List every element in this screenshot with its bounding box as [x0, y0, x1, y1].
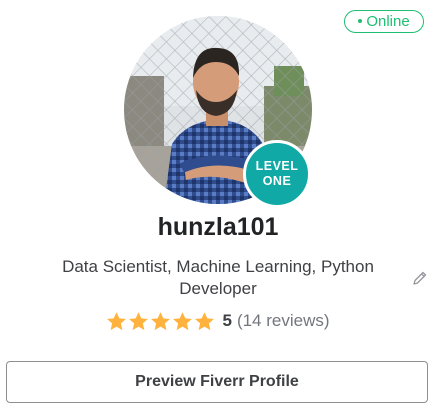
- profile-tagline: Data Scientist, Machine Learning, Python…: [62, 257, 374, 298]
- level-badge-line2: ONE: [262, 174, 292, 188]
- pencil-icon[interactable]: [412, 270, 428, 286]
- online-label: Online: [366, 13, 410, 30]
- rating-score: 5: [222, 311, 232, 330]
- preview-profile-button[interactable]: Preview Fiverr Profile: [6, 361, 428, 403]
- star-icon: [107, 311, 127, 330]
- star-icon: [151, 311, 171, 330]
- level-badge: LEVEL ONE: [243, 140, 311, 208]
- online-status-badge: Online: [344, 10, 424, 33]
- star-icon: [195, 311, 215, 330]
- online-dot-icon: [358, 19, 363, 24]
- star-icon: [129, 311, 149, 330]
- rating: 5 (14 reviews): [0, 309, 436, 333]
- star-icon: [173, 311, 193, 330]
- level-badge-line1: LEVEL: [255, 159, 299, 173]
- rating-stars: [106, 311, 216, 332]
- username: hunzla101: [157, 213, 279, 241]
- rating-review-count[interactable]: (14 reviews): [237, 311, 330, 331]
